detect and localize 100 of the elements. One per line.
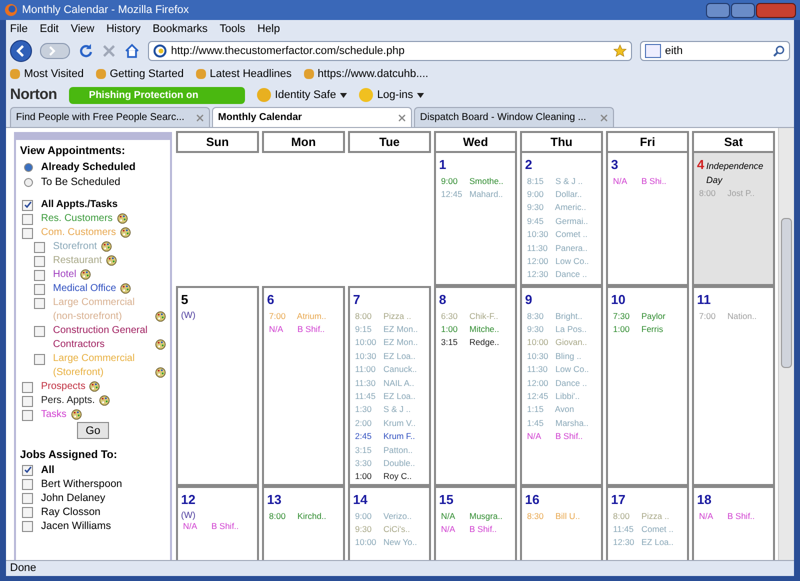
- day-number[interactable]: 15: [439, 490, 454, 510]
- checkbox[interactable]: [22, 396, 33, 406]
- appointment[interactable]: 11:45 Comet ..: [611, 522, 684, 536]
- bookmark-link[interactable]: https://www.datcuhb....: [304, 66, 428, 82]
- phishing-status[interactable]: Phishing Protection on: [68, 86, 245, 104]
- home-icon[interactable]: [124, 43, 140, 59]
- appointment[interactable]: 7:00 Atrium..: [267, 310, 340, 323]
- appointment[interactable]: 11:45 EZ Loa..: [353, 390, 426, 404]
- day-number[interactable]: 3: [611, 155, 618, 174]
- appointment[interactable]: 9:15 EZ Mon..: [353, 322, 426, 336]
- back-button-icon[interactable]: [10, 40, 32, 62]
- close-tab-icon[interactable]: [196, 114, 204, 122]
- appointment[interactable]: 3:15 Patton..: [353, 444, 426, 457]
- radio-button[interactable]: [24, 178, 33, 186]
- appointment[interactable]: 8:30 Bill U..: [525, 510, 598, 523]
- close-tab-icon[interactable]: [600, 114, 608, 122]
- bookmark-link[interactable]: Most Visited: [10, 66, 84, 82]
- appointment[interactable]: 9:00 Dollar..: [525, 188, 598, 202]
- checkbox[interactable]: [22, 464, 33, 476]
- close-button[interactable]: [756, 2, 796, 18]
- checkbox[interactable]: [34, 284, 45, 294]
- minimize-button[interactable]: [706, 2, 730, 18]
- appointment[interactable]: 12:00 Dance ..: [525, 376, 598, 390]
- appointment[interactable]: 3:30 Double..: [353, 456, 426, 470]
- appointment[interactable]: 6:30 Chik-F..: [439, 310, 512, 323]
- menu-item[interactable]: File: [10, 20, 28, 38]
- appointment[interactable]: 12:30 Dance ..: [525, 268, 598, 282]
- appointment[interactable]: 1:00 Mitche..: [439, 322, 512, 336]
- checkbox[interactable]: [34, 270, 45, 280]
- appointment[interactable]: N/A B Shi..: [611, 174, 684, 188]
- appointment[interactable]: 9:00 Smothe..: [439, 174, 512, 188]
- day-number[interactable]: 8: [439, 290, 446, 310]
- menu-item[interactable]: Bookmarks: [152, 20, 208, 38]
- appointment[interactable]: 12:30 EZ Loa..: [611, 536, 684, 550]
- logins-button[interactable]: Log-ins: [359, 86, 424, 104]
- appointment[interactable]: 1:00 Roy C..: [353, 470, 426, 484]
- checkbox[interactable]: [22, 410, 33, 420]
- menu-item[interactable]: View: [70, 20, 94, 38]
- browser-tab[interactable]: Find People with Free People Searc...: [10, 107, 210, 127]
- appointment[interactable]: 8:30 Bright..: [525, 310, 598, 323]
- appointment[interactable]: 2:00 Krum V..: [353, 416, 426, 430]
- day-number[interactable]: 16: [525, 490, 540, 510]
- appointment[interactable]: 9:30 CiCi's..: [353, 522, 426, 536]
- appointment[interactable]: N/A B Shif..: [181, 520, 254, 533]
- appointment[interactable]: 7:30 Paylor: [611, 310, 684, 323]
- close-tab-icon[interactable]: [398, 114, 406, 122]
- checkbox[interactable]: [34, 298, 45, 308]
- checkbox[interactable]: [22, 506, 33, 518]
- day-number[interactable]: 1: [439, 155, 446, 174]
- checkbox[interactable]: [22, 520, 33, 532]
- appointment[interactable]: 10:30 Bling ..: [525, 350, 598, 364]
- forward-button-icon[interactable]: [40, 43, 70, 59]
- appointment[interactable]: 9:30 Americ..: [525, 201, 598, 215]
- appointment[interactable]: N/A Musgra..: [439, 510, 512, 523]
- day-number[interactable]: 11: [697, 290, 711, 310]
- checkbox[interactable]: [34, 242, 45, 252]
- bookmark-link[interactable]: Getting Started: [96, 66, 184, 82]
- appointment[interactable]: 11:30 NAIL A..: [353, 376, 426, 390]
- appointment[interactable]: 9:00 Verizo..: [353, 510, 426, 523]
- day-number[interactable]: 6: [267, 290, 274, 310]
- day-number[interactable]: 10: [611, 290, 626, 310]
- go-button[interactable]: Go: [76, 422, 110, 438]
- appointment[interactable]: N/A B Shif..: [267, 322, 340, 336]
- appointment[interactable]: 8:00 Pizza ..: [353, 310, 426, 323]
- day-number[interactable]: 5: [181, 290, 188, 310]
- search-icon[interactable]: [773, 45, 785, 57]
- day-number[interactable]: 2: [525, 155, 532, 174]
- appointment[interactable]: 12:45 Mahard..: [439, 188, 512, 202]
- day-number[interactable]: 12: [181, 490, 196, 510]
- appointment[interactable]: 7:00 Nation..: [697, 310, 770, 323]
- menu-item[interactable]: History: [106, 20, 141, 38]
- appointment[interactable]: 8:00 Jost P..: [697, 187, 770, 200]
- checkbox[interactable]: [34, 354, 45, 364]
- appointment[interactable]: N/A B Shif..: [697, 510, 770, 523]
- appointment[interactable]: 10:30 Comet ..: [525, 228, 598, 242]
- checkbox[interactable]: [34, 326, 45, 336]
- appointment[interactable]: N/A B Shif..: [525, 430, 598, 444]
- browser-tab[interactable]: Dispatch Board - Window Cleaning ...: [414, 107, 614, 127]
- appointment[interactable]: 11:00 Canuck..: [353, 363, 426, 377]
- appointment[interactable]: 9:30 La Pos..: [525, 322, 598, 336]
- day-number[interactable]: 7: [353, 290, 360, 310]
- appointment[interactable]: 11:30 Panera..: [525, 242, 598, 255]
- appointment[interactable]: 2:45 Krum F..: [353, 430, 426, 444]
- checkbox[interactable]: [22, 478, 33, 490]
- stop-icon[interactable]: [102, 44, 116, 58]
- appointment[interactable]: 1:45 Marsha..: [525, 416, 598, 430]
- appointment[interactable]: N/A B Shif..: [439, 522, 512, 536]
- scrollbar-thumb[interactable]: [781, 218, 792, 368]
- menu-item[interactable]: Tools: [220, 20, 246, 38]
- maximize-button[interactable]: [731, 2, 755, 18]
- appointment[interactable]: 12:45 Libbi'..: [525, 390, 598, 404]
- checkbox[interactable]: [22, 382, 33, 392]
- search-field[interactable]: eith: [640, 41, 790, 61]
- reload-icon[interactable]: [78, 43, 94, 59]
- appointment[interactable]: 12:00 Low Co..: [525, 254, 598, 268]
- dropdown-arrow-icon[interactable]: [417, 92, 424, 98]
- appointment[interactable]: 1:15 Avon: [525, 403, 598, 417]
- appointment[interactable]: 3:15 Redge..: [439, 336, 512, 350]
- day-number[interactable]: 13: [267, 490, 282, 510]
- checkbox[interactable]: [34, 256, 45, 266]
